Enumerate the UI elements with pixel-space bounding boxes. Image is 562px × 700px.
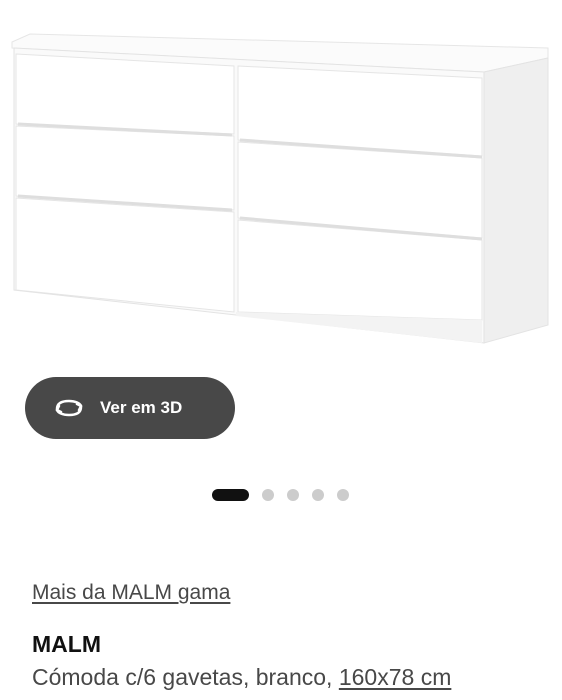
carousel-dot[interactable] [337, 489, 349, 501]
carousel-dot-active[interactable] [212, 489, 249, 501]
carousel-dot[interactable] [312, 489, 324, 501]
range-link[interactable]: Mais da MALM gama [32, 581, 230, 605]
rotate-3d-icon [51, 396, 87, 420]
view-in-3d-button[interactable]: Ver em 3D [25, 377, 235, 439]
carousel-indicator[interactable] [212, 488, 362, 502]
product-description-text: Cómoda c/6 gavetas, branco, [32, 664, 339, 690]
carousel-dot[interactable] [287, 489, 299, 501]
view-in-3d-label: Ver em 3D [100, 398, 183, 417]
product-image[interactable] [0, 0, 562, 360]
carousel-dot[interactable] [262, 489, 274, 501]
product-description: Cómoda c/6 gavetas, branco, 160x78 cm [32, 664, 451, 691]
dimensions-link[interactable]: 160x78 cm [339, 664, 452, 690]
product-name: MALM [32, 631, 101, 657]
